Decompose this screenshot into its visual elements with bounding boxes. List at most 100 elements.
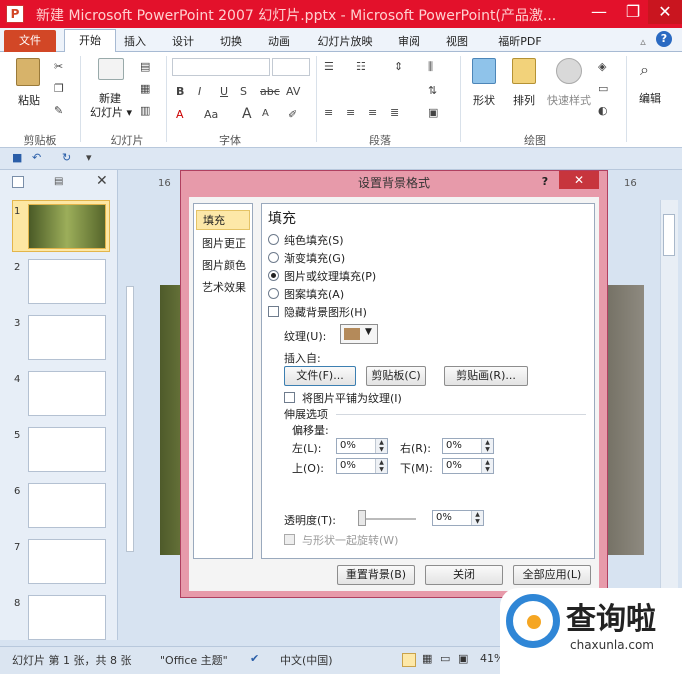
tab-foxit-pdf[interactable]: 福昕PDF bbox=[490, 32, 550, 52]
hide-background-checkbox[interactable] bbox=[268, 306, 279, 317]
arrange-icon[interactable] bbox=[512, 58, 536, 84]
top-offset-input[interactable]: 0% ▲ ▼ bbox=[336, 458, 388, 474]
shapes-icon[interactable] bbox=[472, 58, 496, 84]
clipart-button[interactable]: 剪贴画(R)... bbox=[444, 366, 528, 386]
slide-sorter-icon[interactable]: ▦ bbox=[422, 652, 432, 665]
texture-dropdown[interactable]: ▼ bbox=[340, 324, 378, 344]
scroll-thumb[interactable] bbox=[663, 214, 675, 256]
align-left-icon[interactable]: ≡ bbox=[324, 106, 333, 119]
save-icon[interactable]: ■ bbox=[12, 151, 22, 164]
close-button[interactable]: 关闭 bbox=[425, 565, 503, 585]
shapes-button[interactable]: 形状 bbox=[466, 92, 502, 108]
transparency-input[interactable]: 0% ▲ ▼ bbox=[432, 510, 484, 526]
transparency-slider-thumb[interactable] bbox=[358, 510, 366, 526]
spinner-icon[interactable]: ▲ ▼ bbox=[375, 439, 387, 453]
tab-design[interactable]: 设计 bbox=[168, 32, 198, 52]
rotate-with-shape-checkbox[interactable] bbox=[284, 534, 295, 545]
tile-checkbox[interactable] bbox=[284, 392, 295, 403]
normal-view-icon[interactable] bbox=[402, 653, 416, 667]
spinner-icon[interactable]: ▲ ▼ bbox=[481, 459, 493, 473]
tab-insert[interactable]: 插入 bbox=[120, 32, 150, 52]
right-offset-input[interactable]: 0% ▲ ▼ bbox=[442, 438, 494, 454]
slideshow-icon[interactable]: ▣ bbox=[458, 652, 468, 665]
italic-button[interactable]: I bbox=[198, 85, 201, 98]
outline-tab-icon[interactable]: ▤ bbox=[54, 176, 66, 188]
numbering-icon[interactable]: ☷ bbox=[356, 60, 366, 73]
reset-icon[interactable]: ▦ bbox=[140, 82, 150, 95]
slide-thumbnail-3[interactable] bbox=[28, 315, 106, 360]
bottom-offset-input[interactable]: 0% ▲ ▼ bbox=[442, 458, 494, 474]
radio-solid-fill[interactable] bbox=[268, 234, 279, 245]
left-offset-input[interactable]: 0% ▲ ▼ bbox=[336, 438, 388, 454]
binoculars-icon[interactable]: ⌕ bbox=[640, 60, 649, 80]
nav-fill[interactable]: 填充 bbox=[196, 210, 250, 230]
slide-thumbnail-8[interactable] bbox=[28, 595, 106, 640]
quick-styles-icon[interactable] bbox=[556, 58, 582, 84]
slide-thumbnail-7[interactable] bbox=[28, 539, 106, 584]
paste-button[interactable]: 粘贴 bbox=[14, 92, 44, 108]
change-case-button[interactable]: Aa bbox=[204, 108, 218, 121]
font-color-button[interactable]: A bbox=[176, 108, 184, 121]
spinner-icon[interactable]: ▲ ▼ bbox=[375, 459, 387, 473]
shadow-button[interactable]: S bbox=[240, 85, 247, 98]
shape-effects-icon[interactable]: ◐ bbox=[598, 104, 608, 117]
slide-thumbnail-5[interactable] bbox=[28, 427, 106, 472]
tab-slideshow[interactable]: 幻灯片放映 bbox=[310, 32, 380, 52]
slide-thumbnail-2[interactable] bbox=[28, 259, 106, 304]
spellcheck-icon[interactable]: ✔ bbox=[250, 652, 259, 665]
grow-font-button[interactable]: A bbox=[242, 106, 252, 122]
clipboard-button[interactable]: 剪贴板(C) bbox=[366, 366, 426, 386]
undo-icon[interactable]: ↶ bbox=[32, 151, 41, 164]
radio-pattern-fill[interactable] bbox=[268, 288, 279, 299]
file-button[interactable]: 文件(F)... bbox=[284, 366, 356, 386]
close-window-button[interactable]: ✕ bbox=[648, 0, 682, 24]
nav-picture-color[interactable]: 图片颜色 bbox=[196, 256, 250, 276]
tab-home[interactable]: 开始 bbox=[64, 29, 116, 53]
spinner-icon[interactable]: ▲ ▼ bbox=[481, 439, 493, 453]
help-icon[interactable]: ? bbox=[656, 31, 672, 47]
paste-icon[interactable] bbox=[16, 58, 40, 86]
apply-to-all-button[interactable]: 全部应用(L) bbox=[513, 565, 591, 585]
tab-review[interactable]: 审阅 bbox=[394, 32, 424, 52]
nav-picture-corrections[interactable]: 图片更正 bbox=[196, 234, 250, 254]
layout-icon[interactable]: ▤ bbox=[140, 60, 150, 73]
restore-button[interactable]: ❐ bbox=[616, 0, 650, 24]
minimize-button[interactable]: — bbox=[582, 0, 616, 24]
reading-view-icon[interactable]: ▭ bbox=[440, 652, 450, 665]
smartart-icon[interactable]: ▣ bbox=[428, 106, 438, 119]
shape-fill-icon[interactable]: ◈ bbox=[598, 60, 606, 73]
font-family-select[interactable] bbox=[172, 58, 270, 76]
collapse-ribbon-icon[interactable]: ▵ bbox=[636, 32, 650, 52]
theme-status[interactable]: "Office 主题" bbox=[160, 652, 228, 668]
columns-icon[interactable]: ⫼ bbox=[428, 60, 433, 74]
spinner-icon[interactable]: ▲ ▼ bbox=[471, 511, 483, 525]
slides-tab-icon[interactable] bbox=[12, 176, 24, 188]
radio-picture-fill[interactable] bbox=[268, 270, 279, 281]
tab-file[interactable]: 文件 bbox=[4, 30, 56, 52]
language-status[interactable]: 中文(中国) bbox=[280, 652, 333, 668]
underline-button[interactable]: U bbox=[220, 85, 228, 98]
bold-button[interactable]: B bbox=[176, 85, 184, 98]
new-slide-dropdown[interactable]: 幻灯片 ▾ bbox=[86, 104, 136, 120]
char-spacing-button[interactable]: AV bbox=[286, 85, 300, 98]
slide-thumbnail-4[interactable] bbox=[28, 371, 106, 416]
redo-icon[interactable]: ↻ bbox=[62, 151, 71, 164]
justify-icon[interactable]: ≣ bbox=[390, 106, 399, 119]
format-painter-icon[interactable]: ✎ bbox=[54, 104, 63, 117]
line-spacing-icon[interactable]: ⇕ bbox=[394, 60, 403, 73]
transparency-slider-track[interactable] bbox=[358, 518, 416, 520]
arrange-button[interactable]: 排列 bbox=[506, 92, 542, 108]
font-size-select[interactable] bbox=[272, 58, 310, 76]
tab-animations[interactable]: 动画 bbox=[264, 32, 294, 52]
align-center-icon[interactable]: ≡ bbox=[346, 106, 355, 119]
strikethrough-button[interactable]: abc bbox=[260, 85, 280, 98]
align-right-icon[interactable]: ≡ bbox=[368, 106, 377, 119]
radio-gradient-fill[interactable] bbox=[268, 252, 279, 263]
clear-format-icon[interactable]: ✐ bbox=[288, 108, 297, 121]
section-icon[interactable]: ▥ bbox=[140, 104, 150, 117]
editing-button[interactable]: 编辑 bbox=[632, 90, 668, 106]
text-direction-icon[interactable]: ⇅ bbox=[428, 84, 437, 97]
nav-artistic-effects[interactable]: 艺术效果 bbox=[196, 278, 250, 298]
shape-outline-icon[interactable]: ▭ bbox=[598, 82, 608, 95]
shrink-font-button[interactable]: A bbox=[262, 108, 269, 119]
